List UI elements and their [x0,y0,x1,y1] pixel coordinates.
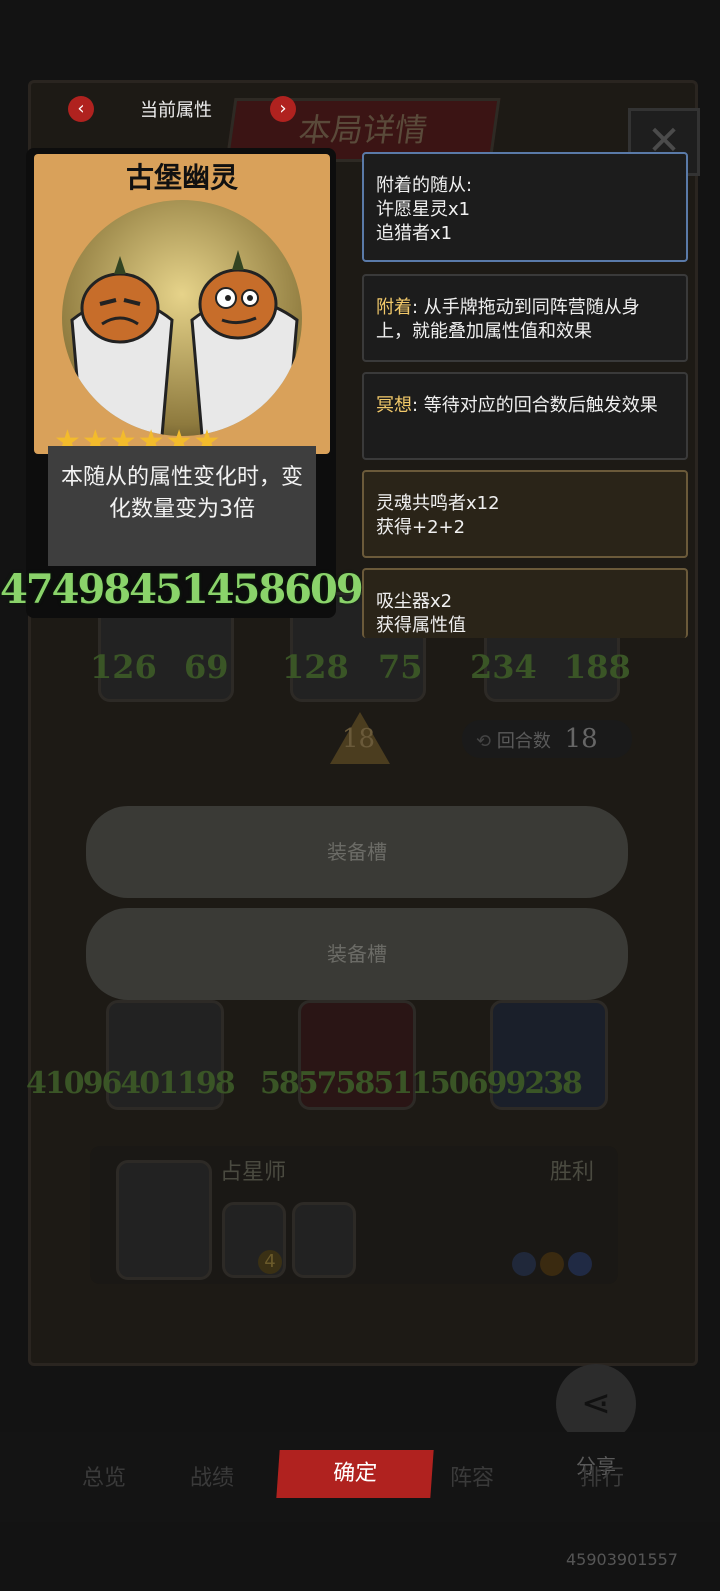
vacuum-title: 吸尘器x2 [376,591,453,612]
soul-resonator-panel: 灵魂共鸣者x12 获得+2+2 [362,470,688,558]
mini-portrait-2 [292,1202,356,1278]
tab-record[interactable]: 战绩 [190,1460,234,1492]
tab-rank[interactable]: 排行 [580,1460,624,1492]
card-description: 本随从的属性变化时，变化数量变为3倍 [60,465,303,522]
skill-icon-3 [568,1252,592,1276]
stat-health-3: 188 [564,648,631,686]
row-number-1: 41096401198 [26,1066,236,1101]
mini-badge: 4 [258,1250,282,1274]
attach-keyword: 附着 [376,297,412,318]
meditate-keyword: 冥想 [376,395,412,416]
equipment-slot-1[interactable]: 装备槽 [86,806,628,898]
stat-health-1: 69 [184,648,229,686]
pumpkin-ghost-art [62,200,302,436]
meditate-text: : 等待对应的回合数后触发效果 [412,395,658,416]
next-arrow-button[interactable]: › [270,96,296,122]
stat-attack-3: 234 [470,648,537,686]
skill-icon-1 [512,1252,536,1276]
share-icon: ⋖ [580,1383,612,1424]
player-id: 45903901557 [566,1550,678,1569]
opponent-name: 占星师 [220,1160,287,1185]
card-big-number: 474984514586093 [0,566,389,613]
astrologer-avatar [116,1160,212,1280]
prev-arrow-button[interactable]: ‹ [68,96,94,122]
confirm-button[interactable]: 确定 [276,1450,434,1498]
round-label: 回合数 [496,731,551,752]
vacuum-panel: 吸尘器x2 获得属性值 [362,568,688,638]
attached-item-2: 追猎者x1 [376,223,453,244]
tab-lineup[interactable]: 阵容 [450,1460,494,1492]
round-number: 18 [564,724,598,754]
level-number: 18 [342,724,376,754]
attached-item-1: 许愿星灵x1 [376,199,471,220]
meditate-keyword-panel: 冥想: 等待对应的回合数后触发效果 [362,372,688,460]
stat-attack-1: 126 [90,648,157,686]
row-number-2: 58575851150699238 [260,1066,583,1101]
ghost-illustration [70,250,299,436]
equipment-slot-2[interactable]: 装备槽 [86,908,628,1000]
card-name: 古堡幽灵 [125,161,238,194]
refresh-icon: ⟲ [476,731,492,752]
soul-title: 灵魂共鸣者x12 [376,493,500,514]
stat-attack-2: 128 [282,648,349,686]
result-label: 胜利 [550,1160,595,1185]
skill-icon-2 [540,1252,564,1276]
attached-title: 附着的随从: [376,175,473,196]
stat-health-2: 75 [378,648,423,686]
attribute-label: 当前属性 [140,100,212,121]
vacuum-effect: 获得属性值 [376,615,466,636]
attached-units-panel: 附着的随从: 许愿星灵x1 追猎者x1 [362,152,688,262]
tab-overview[interactable]: 总览 [82,1460,126,1492]
attach-keyword-panel: 附着: 从手牌拖动到同阵营随从身上，就能叠加属性值和效果 [362,274,688,362]
round-counter: ⟲ 回合数 18 [462,720,632,758]
soul-effect: 获得+2+2 [376,517,466,538]
attach-text: : 从手牌拖动到同阵营随从身上，就能叠加属性值和效果 [376,297,640,342]
